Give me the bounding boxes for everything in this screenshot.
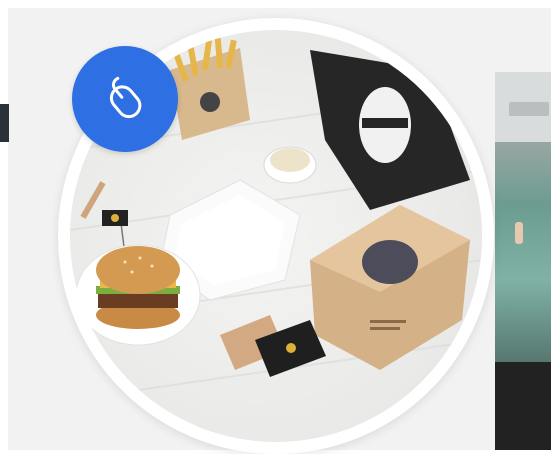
mouse-badge-button[interactable] [72, 46, 178, 152]
black-bag [310, 50, 470, 210]
burger [75, 244, 201, 346]
previous-slide-tab[interactable] [0, 104, 9, 142]
business-cards [220, 315, 326, 377]
next-card-photo[interactable] [495, 72, 551, 450]
cafe-decor [515, 222, 523, 244]
cafe-shadow [495, 362, 551, 450]
cafe-vent [509, 102, 549, 116]
sauce-cup [263, 146, 317, 184]
computer-mouse-icon [109, 76, 142, 119]
